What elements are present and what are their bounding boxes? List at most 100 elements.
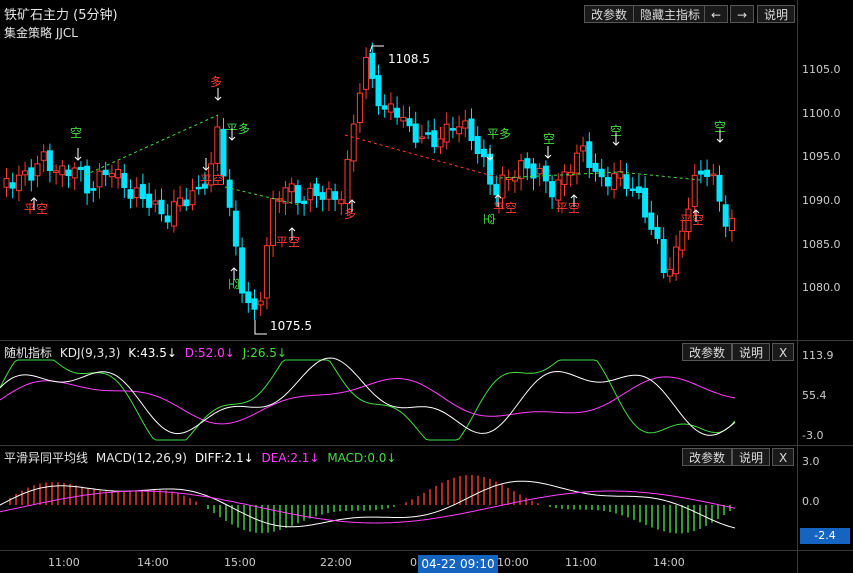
candle-body <box>301 200 308 204</box>
candle-body <box>214 126 221 164</box>
candle-body <box>728 217 735 232</box>
candle-body <box>15 174 22 192</box>
candle-body <box>263 245 270 299</box>
candle-body <box>549 181 556 198</box>
candle-body <box>437 138 444 148</box>
candle-body <box>704 169 711 177</box>
signal-label: 多 <box>344 207 356 221</box>
candle-body <box>332 191 339 200</box>
kdj-tick: -3.0 <box>802 429 824 442</box>
guide-line <box>84 114 219 176</box>
candle-body <box>307 187 314 201</box>
cursor-time-label: 04-22 09:10 <box>418 555 498 573</box>
signal-label: 平空 <box>276 235 300 249</box>
signal-label: 平空 <box>680 213 704 227</box>
low-label: 1075.5 <box>270 319 312 333</box>
time-label: 15:00 <box>224 556 256 569</box>
time-label: 22:00 <box>320 556 352 569</box>
candle-body <box>480 148 487 158</box>
candle-body <box>102 169 109 176</box>
candle-body <box>53 170 60 173</box>
candle-body <box>3 177 10 188</box>
price-tick: 1085.0 <box>802 238 841 251</box>
candle-body <box>313 183 320 196</box>
candle-body <box>356 92 363 124</box>
candle-body <box>319 192 326 200</box>
time-label: 0 <box>410 556 417 569</box>
candle-body <box>660 239 667 274</box>
chart-canvas[interactable]: 1108.51075.5平空空多平多平空平空多平多平空空平空空平空空空空 <box>0 0 797 550</box>
candle-body <box>146 193 153 208</box>
candle-body <box>90 188 97 191</box>
candle-body <box>9 182 16 189</box>
candle-body <box>369 52 376 79</box>
candle-body <box>673 246 680 275</box>
candle-body <box>65 169 72 177</box>
candle-body <box>691 174 698 208</box>
candle-body <box>381 105 388 110</box>
candle-body <box>468 118 475 142</box>
candle-body <box>511 176 518 182</box>
time-label: 11:00 <box>48 556 80 569</box>
candle-body <box>394 107 401 118</box>
candle-body <box>499 174 506 199</box>
candle-body <box>28 167 35 181</box>
time-label: 10:00 <box>497 556 529 569</box>
kdj-k-line <box>0 357 736 436</box>
candle-body <box>654 226 661 239</box>
candle-body <box>518 160 525 179</box>
time-label: 11:00 <box>565 556 597 569</box>
signal-label: 平多 <box>487 127 511 141</box>
candle-body <box>183 199 190 207</box>
candle-body <box>195 186 202 190</box>
candle-body <box>133 187 140 199</box>
signal-label: 空 <box>70 126 82 140</box>
candle-body <box>245 291 252 304</box>
signal-label: 平空 <box>24 202 48 216</box>
candle-body <box>108 173 115 178</box>
candle-body <box>666 268 673 277</box>
candle-body <box>350 123 357 162</box>
candle-body <box>139 184 146 200</box>
candle-body <box>524 158 531 169</box>
candle-body <box>418 136 425 139</box>
candle-body <box>152 200 159 205</box>
candle-body <box>387 103 394 113</box>
candle-body <box>604 177 611 187</box>
guide-line <box>619 171 701 181</box>
signal-label: 平空 <box>200 173 224 187</box>
macd-tick: 3.0 <box>802 455 820 468</box>
candle-body <box>623 174 630 189</box>
candle-body <box>406 118 413 127</box>
candle-body <box>716 174 723 202</box>
price-tick: 1100.0 <box>802 107 841 120</box>
time-label: 14:00 <box>653 556 685 569</box>
kdj-axis: 113.9 55.4 -3.0 <box>798 340 853 445</box>
candle-body <box>251 298 258 310</box>
signal-label: 平多 <box>226 122 250 136</box>
candle-body <box>573 152 580 174</box>
candle-body <box>425 132 432 135</box>
candle-body <box>592 162 599 172</box>
candle-body <box>462 120 469 129</box>
price-tick: 1080.0 <box>802 281 841 294</box>
candle-body <box>629 188 636 191</box>
candle-body <box>536 167 543 175</box>
candle-body <box>431 130 438 148</box>
low-marker <box>254 320 267 335</box>
signal-label: 空 <box>543 132 555 146</box>
macd-diff-line <box>0 480 736 529</box>
candle-body <box>493 184 500 196</box>
candle-body <box>611 173 618 190</box>
kdj-tick: 113.9 <box>802 349 834 362</box>
candle-body <box>679 230 686 251</box>
candle-body <box>363 57 370 90</box>
candle-body <box>648 212 655 230</box>
candle-body <box>226 179 233 208</box>
candle-body <box>59 165 66 176</box>
candle-body <box>40 151 47 161</box>
candle-body <box>77 166 84 170</box>
candle-body <box>412 123 419 143</box>
candle-body <box>449 128 456 131</box>
candle-body <box>722 204 729 227</box>
